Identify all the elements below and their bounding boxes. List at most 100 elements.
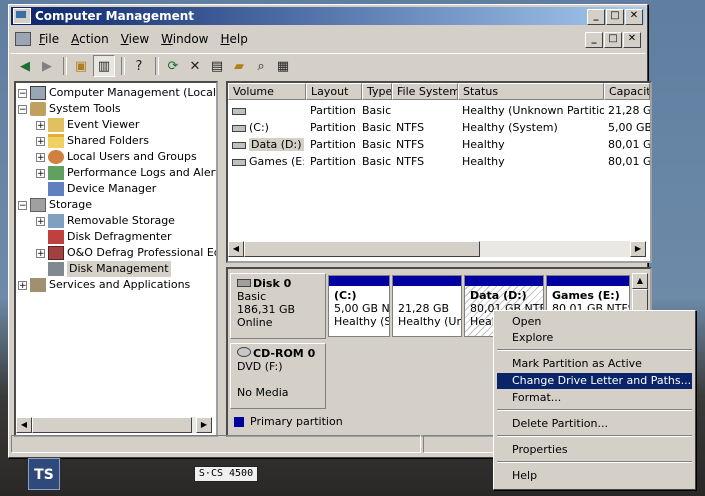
scroll-thumb[interactable] (32, 417, 192, 433)
close-button[interactable]: ✕ (625, 9, 643, 25)
scroll-thumb[interactable] (244, 241, 480, 257)
menu-item-properties[interactable]: Properties (497, 442, 692, 458)
tree-item-disk-defragmenter[interactable]: Disk Defragmenter (48, 229, 172, 245)
partition-unknown[interactable]: 21,28 GB Healthy (Un (392, 275, 462, 337)
tree-item-event-viewer[interactable]: + Event Viewer (36, 117, 139, 133)
tree-horizontal-scrollbar[interactable]: ◀ ▶ (16, 417, 212, 433)
open-folder-icon[interactable]: ▰ (229, 56, 249, 76)
tree-item-shared-folders[interactable]: + Shared Folders (36, 133, 149, 149)
defragmenter-icon (48, 230, 64, 244)
partition-c[interactable]: (C:) 5,00 GB N Healthy (S (328, 275, 390, 337)
computer-icon (30, 86, 46, 100)
menu-item-open[interactable]: Open (497, 314, 692, 330)
toolbox-icon (30, 102, 46, 116)
hard-disk-icon (237, 279, 251, 287)
menu-item-format[interactable]: Format... (497, 390, 692, 406)
tree-item-disk-management[interactable]: Disk Management (48, 261, 171, 277)
expand-icon[interactable]: + (36, 216, 45, 226)
column-header-volume[interactable]: Volume (228, 83, 306, 100)
menu-item-explore[interactable]: Explore (497, 330, 692, 346)
help-icon[interactable]: ? (129, 56, 149, 76)
up-one-level-icon[interactable]: ▣ (71, 56, 91, 76)
shared-folder-icon (48, 134, 64, 148)
expand-icon[interactable]: + (36, 248, 45, 258)
menu-file[interactable]: File (33, 32, 65, 46)
tree-item-oo-defrag[interactable]: + O&O Defrag Professional Edi (36, 245, 216, 261)
maximize-button[interactable]: □ (606, 9, 624, 25)
disk-0-label[interactable]: Disk 0 Basic 186,31 GB Online (230, 273, 326, 339)
drive-icon (232, 107, 246, 115)
tree-item-root[interactable]: − Computer Management (Local) (18, 85, 216, 101)
show-hide-tree-icon[interactable]: ▥ (93, 55, 115, 77)
collapse-icon[interactable]: − (18, 88, 27, 98)
storage-icon (30, 198, 46, 212)
expand-icon[interactable]: + (36, 120, 45, 130)
menu-item-change-drive-letter[interactable]: Change Drive Letter and Paths... (497, 373, 692, 389)
menu-item-mark-active[interactable]: Mark Partition as Active (497, 356, 692, 372)
column-header-status[interactable]: Status (458, 83, 604, 100)
tree-item-removable-storage[interactable]: + Removable Storage (36, 213, 175, 229)
collapse-icon[interactable]: − (18, 104, 27, 114)
context-menu: Open Explore Mark Partition as Active Ch… (493, 310, 696, 490)
device-manager-icon (48, 182, 64, 196)
volume-list: Volume Layout Type File System Status Ca… (226, 81, 652, 263)
drive-icon (232, 158, 246, 166)
tree-item-storage[interactable]: − Storage (18, 197, 92, 213)
cdrom-0-label[interactable]: CD-ROM 0 DVD (F:) No Media (230, 343, 326, 409)
cd-rom-icon (237, 347, 251, 357)
expand-icon[interactable]: + (36, 152, 45, 162)
status-pane-main (11, 435, 421, 453)
event-viewer-icon (48, 118, 64, 132)
users-icon (48, 150, 64, 164)
license-plate: S·CS 4500 (194, 466, 258, 482)
mdi-close-button[interactable]: ✕ (623, 32, 641, 48)
back-arrow-icon[interactable]: ◀ (15, 56, 35, 76)
volume-cell: Games (E:) (232, 154, 304, 170)
scroll-left-icon[interactable]: ◀ (16, 417, 32, 433)
forward-arrow-icon[interactable]: ▶ (37, 56, 57, 76)
column-header-file-system[interactable]: File System (392, 83, 458, 100)
tree-item-performance-logs[interactable]: + Performance Logs and Alerts (36, 165, 216, 181)
menu-view[interactable]: View (115, 32, 155, 46)
menu-action[interactable]: Action (65, 32, 115, 46)
delete-icon[interactable]: ✕ (185, 56, 205, 76)
scroll-left-icon[interactable]: ◀ (228, 241, 244, 257)
desktop-shortcut-icon[interactable]: TS (28, 458, 60, 490)
search-icon[interactable]: ⌕ (251, 56, 271, 76)
scroll-up-icon[interactable]: ▲ (632, 273, 648, 289)
tree-item-services[interactable]: + Services and Applications (18, 277, 190, 293)
scroll-right-icon[interactable]: ▶ (630, 241, 646, 257)
tree-item-device-manager[interactable]: Device Manager (48, 181, 156, 197)
title-bar[interactable]: Computer Management _ □ ✕ (11, 7, 645, 25)
partition-legend: Primary partition (230, 413, 343, 431)
oo-defrag-icon (48, 246, 64, 260)
mdi-restore-button[interactable]: □ (604, 32, 622, 48)
refresh-icon[interactable]: ⟳ (163, 56, 183, 76)
column-header-capacity[interactable]: Capacity (604, 83, 650, 100)
expand-icon[interactable]: + (18, 280, 27, 290)
tree-item-system-tools[interactable]: − System Tools (18, 101, 121, 117)
mdi-minimize-button[interactable]: _ (585, 32, 603, 48)
disk-management-icon (48, 262, 64, 276)
mmc-console-icon[interactable] (15, 32, 31, 46)
menu-item-help[interactable]: Help (497, 468, 692, 484)
menu-bar: File Action View Window Help _ □ ✕ (11, 29, 645, 49)
volume-cell: Data (D:) (232, 137, 304, 153)
properties-icon[interactable]: ▤ (207, 56, 227, 76)
collapse-icon[interactable]: − (18, 200, 27, 210)
volume-horizontal-scrollbar[interactable]: ◀ ▶ (228, 241, 646, 257)
expand-icon[interactable]: + (36, 136, 45, 146)
settings-icon[interactable]: ▦ (273, 56, 293, 76)
volume-cell (232, 103, 304, 119)
menu-help[interactable]: Help (215, 32, 254, 46)
drive-icon (232, 124, 246, 132)
column-header-type[interactable]: Type (362, 83, 392, 100)
menu-item-delete-partition[interactable]: Delete Partition... (497, 416, 692, 432)
computer-management-icon (13, 8, 31, 24)
menu-window[interactable]: Window (155, 32, 214, 46)
tree-item-local-users[interactable]: + Local Users and Groups (36, 149, 197, 165)
scroll-right-icon[interactable]: ▶ (196, 417, 212, 433)
expand-icon[interactable]: + (36, 168, 45, 178)
minimize-button[interactable]: _ (587, 9, 605, 25)
column-header-layout[interactable]: Layout (306, 83, 362, 100)
